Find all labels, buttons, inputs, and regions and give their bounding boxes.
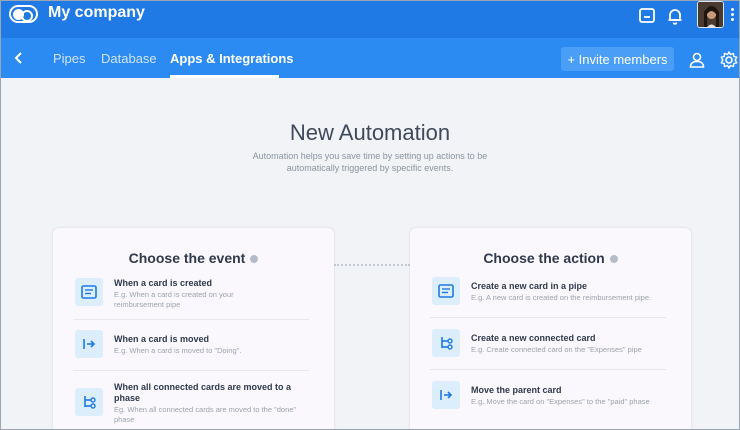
- option-title: Create a new card in a pipe: [471, 281, 588, 291]
- page-subtitle: Automation helps you save time by settin…: [252, 151, 488, 173]
- divider: [73, 319, 309, 320]
- option-title: Create a new connected card: [471, 333, 596, 343]
- event-option-connected-cards-moved[interactable]: When all connected cards are moved to a …: [73, 380, 329, 426]
- top-bar: My company: [0, 0, 740, 38]
- tab-database[interactable]: Database: [101, 51, 157, 66]
- option-title: Move the parent card: [471, 385, 562, 395]
- inbox-icon[interactable]: [637, 6, 657, 26]
- chevron-left-icon[interactable]: [12, 51, 26, 65]
- option-desc: Eg. When all connected cards are moved t…: [114, 405, 297, 424]
- event-card-title: Choose the event: [53, 250, 334, 266]
- divider: [430, 369, 666, 370]
- logo-icon[interactable]: [9, 5, 38, 23]
- info-icon[interactable]: [250, 255, 259, 264]
- divider: [73, 370, 309, 371]
- tab-apps-integrations[interactable]: Apps & Integrations: [170, 51, 294, 66]
- more-icon[interactable]: [731, 7, 735, 25]
- option-desc: E.g. Move the card on "Expenses" to the …: [471, 397, 650, 406]
- card-icon: [432, 277, 460, 305]
- option-desc: E.g. When a card is moved to "Doing".: [114, 346, 242, 355]
- avatar[interactable]: [697, 1, 724, 28]
- move-icon: [432, 381, 460, 409]
- option-desc: E.g. Create connected card on the "Expen…: [471, 345, 642, 354]
- gear-icon[interactable]: [719, 50, 739, 70]
- option-title: When all connected cards are moved to a …: [114, 382, 292, 403]
- active-tab-indicator: [170, 75, 279, 78]
- action-option-create-connected-card[interactable]: Create a new connected card E.g. Create …: [430, 328, 686, 364]
- connector-line: [334, 264, 410, 266]
- action-option-create-card[interactable]: Create a new card in a pipe E.g. A new c…: [430, 276, 686, 312]
- event-option-card-moved[interactable]: When a card is moved E.g. When a card is…: [73, 329, 329, 365]
- divider: [430, 317, 666, 318]
- card-icon: [75, 278, 103, 306]
- connected-cards-icon: [75, 388, 103, 416]
- company-name[interactable]: My company: [48, 4, 145, 22]
- move-icon: [75, 330, 103, 358]
- event-option-card-created[interactable]: When a card is created E.g. When a card …: [73, 276, 329, 316]
- bell-icon[interactable]: [665, 6, 685, 26]
- action-card-title: Choose the action: [410, 250, 691, 266]
- user-icon[interactable]: [688, 51, 706, 69]
- option-title: When a card is moved: [114, 334, 210, 344]
- action-option-move-parent-card[interactable]: Move the parent card E.g. Move the card …: [430, 380, 686, 416]
- tab-pipes[interactable]: Pipes: [53, 51, 86, 66]
- info-icon[interactable]: [609, 255, 618, 264]
- option-desc: E.g. A new card is created on the reimbu…: [471, 293, 652, 302]
- invite-members-button[interactable]: + Invite members: [561, 47, 674, 71]
- option-title: When a card is created: [114, 278, 213, 288]
- event-card: Choose the event When a card is created …: [53, 228, 334, 430]
- action-card: Choose the action Create a new card in a…: [410, 228, 691, 430]
- connected-cards-icon: [432, 329, 460, 357]
- page-title: New Automation: [289, 120, 451, 145]
- option-desc: E.g. When a card is created on your reim…: [114, 290, 234, 309]
